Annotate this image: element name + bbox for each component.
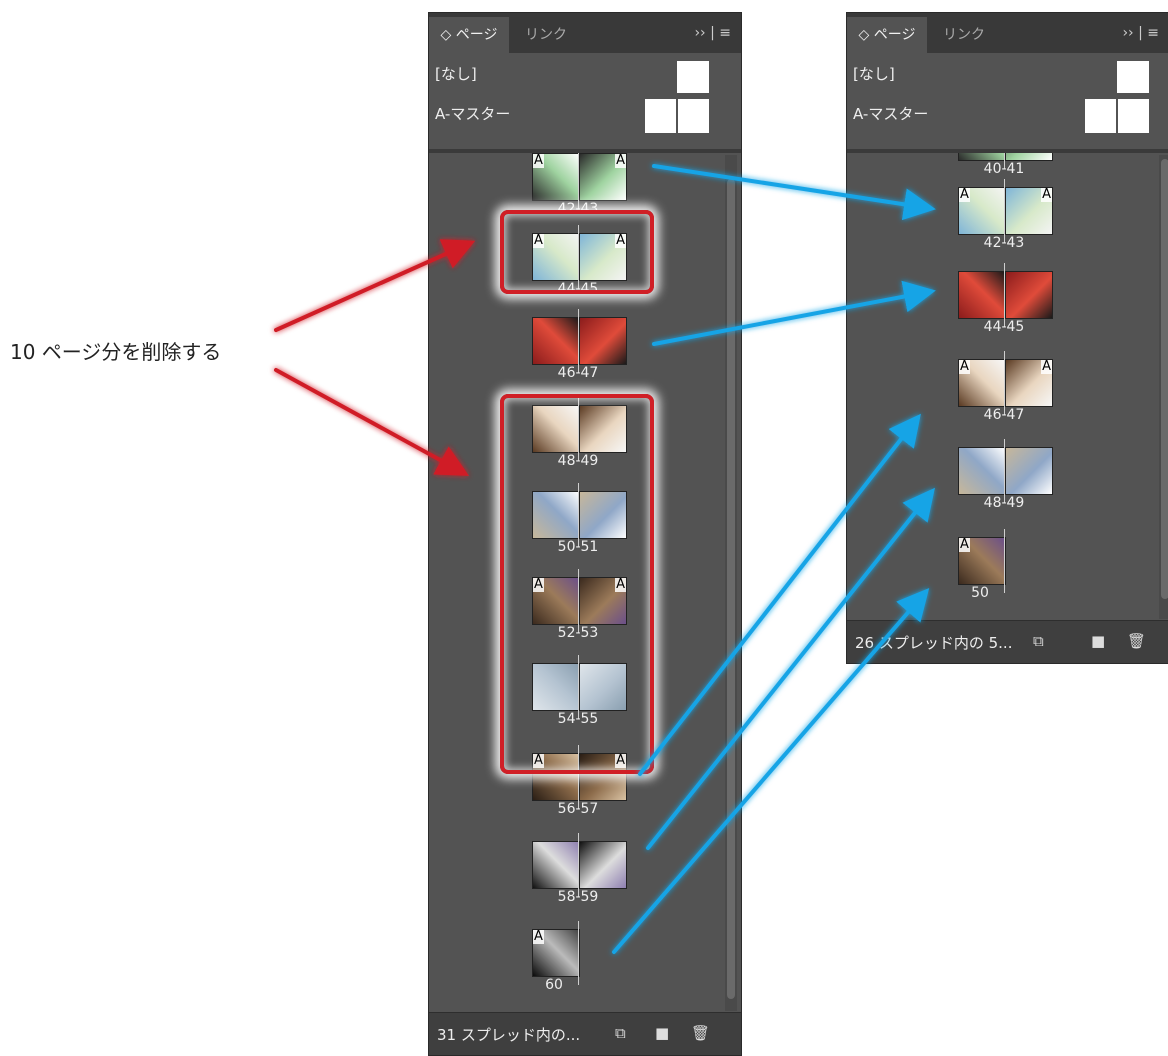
page-number-label: 42-43: [983, 235, 1025, 251]
spread-spine: [1004, 529, 1005, 593]
master-a-thumbnail-right[interactable]: [1118, 99, 1149, 133]
master-page-icon[interactable]: ⧉: [615, 1024, 626, 1042]
page-thumbnail-right[interactable]: [579, 841, 627, 889]
spread-spine: [578, 921, 579, 985]
page-thumbnail-left[interactable]: A: [958, 359, 1006, 407]
scrollbar[interactable]: [1159, 155, 1168, 619]
scrollbar[interactable]: [725, 155, 737, 1011]
panel-menu-icon[interactable]: ›› | ≡: [1122, 25, 1159, 41]
master-a-thumbnail-right[interactable]: [678, 99, 709, 133]
master-none-thumbnail[interactable]: [677, 61, 709, 93]
page-number-label: 50: [971, 585, 989, 601]
master-none-label[interactable]: [なし]: [853, 63, 895, 84]
master-applied-badge: A: [533, 153, 544, 168]
scrollbar-thumb[interactable]: [727, 179, 735, 999]
page-number-label: 56-57: [557, 801, 599, 817]
tab-links[interactable]: リンク: [511, 17, 581, 53]
page-number-label: 46-47: [557, 365, 599, 381]
page-spread[interactable]: 46-47: [429, 309, 741, 397]
page-thumbnail-right[interactable]: [1005, 271, 1053, 319]
master-page-icon[interactable]: ⧉: [1033, 632, 1044, 650]
trash-icon[interactable]: 🗑: [691, 1024, 710, 1042]
page-number-label: 46-47: [983, 407, 1025, 423]
master-applied-badge: A: [615, 153, 626, 168]
panel-tab-bar: ◇ ページ リンク ›› | ≡: [847, 13, 1168, 53]
new-page-icon[interactable]: ■: [1091, 632, 1105, 650]
master-applied-badge: A: [533, 929, 544, 944]
page-thumbnail-right[interactable]: [579, 317, 627, 365]
master-applied-badge: A: [1041, 359, 1052, 374]
highlight-deleted-48-55: [500, 394, 654, 774]
page-spread[interactable]: A 50: [847, 529, 1168, 617]
page-spread[interactable]: A 60: [429, 921, 741, 1009]
master-a-label[interactable]: A-マスター: [435, 103, 510, 124]
pages-panel-after: ◇ ページ リンク ›› | ≡ [なし] A-マスター 40-41 A A 42-4…: [846, 12, 1168, 664]
page-list[interactable]: 40-41 A A 42-43 44-45 A A 46-47 48-49 A 50: [847, 153, 1168, 621]
page-thumbnail-left[interactable]: [958, 153, 1006, 161]
master-none-label[interactable]: [なし]: [435, 63, 477, 84]
page-thumbnail-right[interactable]: A: [1005, 359, 1053, 407]
spread-spine: [578, 833, 579, 897]
scrollbar-thumb[interactable]: [1161, 159, 1168, 599]
page-thumbnail-right[interactable]: [1005, 447, 1053, 495]
page-number-label: 44-45: [983, 319, 1025, 335]
caption-delete-10-pages: 10 ページ分を削除する: [10, 340, 222, 364]
master-a-thumbnail-left[interactable]: [645, 99, 676, 133]
page-thumbnail-left[interactable]: [532, 317, 580, 365]
page-thumbnail-left[interactable]: [532, 841, 580, 889]
page-thumbnail-right[interactable]: A: [579, 153, 627, 201]
master-a-thumbnail-left[interactable]: [1085, 99, 1116, 133]
panel-footer: 31 スプレッド内の... ⧉ ■ 🗑: [429, 1012, 741, 1055]
page-number-label: 48-49: [983, 495, 1025, 511]
page-thumbnail-left[interactable]: [958, 271, 1006, 319]
panel-menu-icon[interactable]: ›› | ≡: [694, 25, 731, 41]
page-thumbnail-left[interactable]: [958, 447, 1006, 495]
page-thumbnail-left[interactable]: A: [958, 537, 1006, 585]
panel-footer: 26 スプレッド内の 5... ⧉ ■ 🗑: [847, 620, 1168, 663]
spread-spine: [1004, 179, 1005, 243]
page-thumbnail-left[interactable]: A: [532, 153, 580, 201]
trash-icon[interactable]: 🗑: [1127, 632, 1146, 650]
master-none-thumbnail[interactable]: [1117, 61, 1149, 93]
page-number-label: 40-41: [983, 161, 1025, 177]
page-number-label: 60: [545, 977, 563, 993]
page-spread[interactable]: A A 42-43: [847, 179, 1168, 267]
tab-links[interactable]: リンク: [929, 17, 999, 53]
master-applied-badge: A: [959, 359, 970, 374]
tab-pages[interactable]: ◇ ページ: [847, 17, 927, 53]
spread-spine: [1004, 351, 1005, 415]
spread-spine: [1004, 263, 1005, 327]
page-spread[interactable]: 58-59: [429, 833, 741, 921]
master-applied-badge: A: [1041, 187, 1052, 202]
page-spread[interactable]: 48-49: [847, 439, 1168, 527]
highlight-deleted-44-45: [500, 210, 654, 294]
master-pages-section: [なし] A-マスター: [429, 53, 741, 149]
spread-spine: [1004, 439, 1005, 503]
new-page-icon[interactable]: ■: [655, 1024, 669, 1042]
page-thumbnail-left[interactable]: A: [958, 187, 1006, 235]
spread-spine: [578, 309, 579, 373]
page-thumbnail-right[interactable]: [1005, 153, 1053, 161]
page-number-label: 58-59: [557, 889, 599, 905]
master-pages-section: [なし] A-マスター: [847, 53, 1168, 149]
spread-count-status: 26 スプレッド内の 5...: [855, 634, 1013, 652]
master-applied-badge: A: [959, 187, 970, 202]
tab-pages[interactable]: ◇ ページ: [429, 17, 509, 53]
page-spread[interactable]: 44-45: [847, 263, 1168, 351]
page-thumbnail-right[interactable]: A: [1005, 187, 1053, 235]
master-applied-badge: A: [959, 537, 970, 552]
page-spread[interactable]: A A 46-47: [847, 351, 1168, 439]
spread-count-status: 31 スプレッド内の...: [437, 1026, 581, 1044]
panel-tab-bar: ◇ ページ リンク ›› | ≡: [429, 13, 741, 53]
master-a-label[interactable]: A-マスター: [853, 103, 928, 124]
page-thumbnail-left[interactable]: A: [532, 929, 580, 977]
